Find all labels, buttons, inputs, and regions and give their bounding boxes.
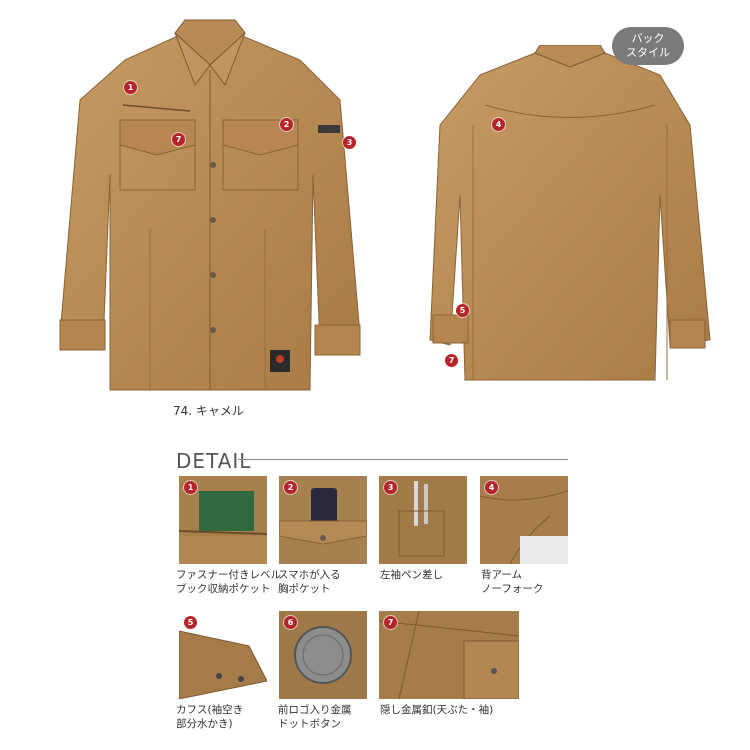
back-style-badge: バック スタイル — [612, 27, 684, 65]
detail-1-line2: ブック収納ポケット — [176, 583, 271, 595]
detail-label-3: 左袖ペン差し — [380, 568, 443, 582]
detail-1-line1: ファスナー付きレベル — [176, 569, 281, 581]
detail-thumb-7 — [379, 611, 519, 699]
detail-5-line1: カフス(袖空き — [176, 704, 244, 716]
front-badge-2: 2 — [280, 118, 293, 131]
detail-6-line1: 前ロゴ入り金属 — [278, 704, 352, 716]
detail-3-line1: 左袖ペン差し — [380, 569, 443, 581]
detail-badge-2: 2 — [284, 481, 297, 494]
detail-label-6: 前ロゴ入り金属 ドットボタン — [278, 703, 352, 731]
front-badge-7: 7 — [172, 133, 185, 146]
detail-label-7: 隠し金属釦(天ぶた・袖) — [380, 703, 493, 717]
back-badge-4: 4 — [492, 118, 505, 131]
front-shirt-image — [59, 19, 361, 391]
detail-2-line2: 胸ポケット — [278, 583, 331, 595]
detail-label-4: 背アーム ノーフォーク — [481, 568, 543, 596]
detail-badge-5: 5 — [184, 616, 197, 629]
detail-label-1: ファスナー付きレベル ブック収納ポケット — [176, 568, 281, 596]
color-caption: 74. キャメル — [173, 404, 244, 418]
back-style-line1: バック — [631, 32, 665, 45]
back-style-line2: スタイル — [626, 46, 670, 59]
detail-2-line1: スマホが入る — [278, 569, 341, 581]
detail-badge-1: 1 — [184, 481, 197, 494]
detail-badge-6: 6 — [284, 616, 297, 629]
detail-4-line2: ノーフォーク — [481, 583, 544, 595]
back-shirt-image — [429, 45, 711, 381]
detail-7-line1: 隠し金属釦(天ぶた・袖) — [380, 704, 494, 716]
back-badge-5: 5 — [456, 304, 469, 317]
detail-badge-3: 3 — [384, 481, 397, 494]
back-badge-7: 7 — [445, 354, 458, 367]
detail-label-5: カフス(袖空き 部分水かき) — [176, 703, 243, 731]
detail-label-2: スマホが入る 胸ポケット — [278, 568, 341, 596]
front-badge-3: 3 — [343, 136, 356, 149]
detail-6-line2: ドットボタン — [278, 718, 341, 730]
detail-4-line1: 背アーム — [481, 569, 523, 581]
detail-badge-7: 7 — [384, 616, 397, 629]
detail-heading: DETAIL — [176, 449, 252, 473]
detail-5-line2: 部分水かき) — [176, 718, 233, 730]
detail-divider — [238, 459, 568, 460]
front-badge-1: 1 — [124, 81, 137, 94]
detail-badge-4: 4 — [485, 481, 498, 494]
